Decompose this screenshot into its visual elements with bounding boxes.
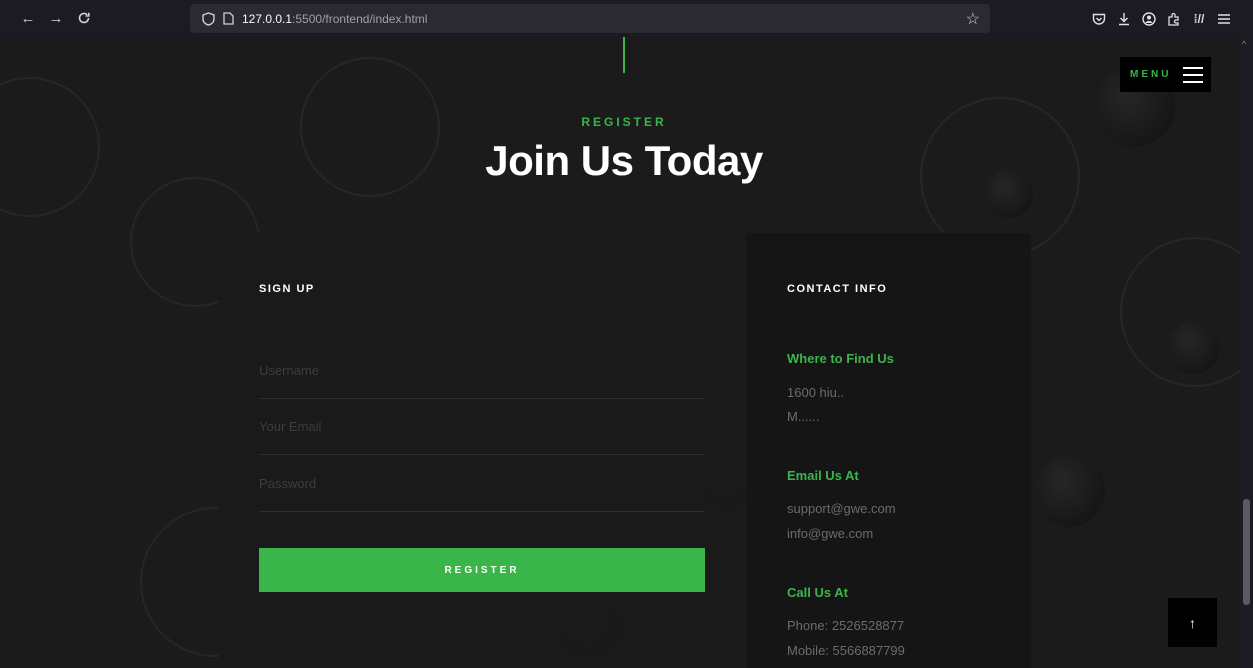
background-decoration [1168, 322, 1220, 374]
app-menu-icon[interactable] [1215, 10, 1233, 28]
back-icon[interactable]: ← [18, 8, 38, 28]
menu-button[interactable]: MENU [1120, 57, 1211, 92]
url-path: :5500/frontend/index.html [292, 11, 428, 26]
url-host: 127.0.0.1 [242, 11, 293, 26]
reload-icon[interactable] [74, 8, 94, 28]
email-field[interactable] [259, 399, 705, 455]
address-line-1: 1600 hiu.. [787, 385, 845, 400]
arrow-up-icon: ↑ [1189, 614, 1196, 631]
email-line-2[interactable]: info@gwe.com [787, 526, 873, 541]
mobile-line[interactable]: Mobile: 5566887799 [787, 643, 905, 658]
background-decoration [1035, 457, 1105, 527]
password-field[interactable] [259, 456, 705, 512]
account-icon[interactable] [1140, 10, 1158, 28]
address-bar[interactable]: 127.0.0.1:5500/frontend/index.html ☆ [190, 4, 990, 33]
scrollbar-thumb[interactable] [1243, 499, 1250, 605]
username-field[interactable] [259, 343, 705, 399]
hamburger-icon [1183, 66, 1204, 83]
email-us-title: Email Us At [787, 468, 859, 483]
pocket-icon[interactable] [1090, 10, 1108, 28]
email-input[interactable] [259, 399, 705, 454]
contact-sidebar: CONTACT INFO Where to Find Us 1600 hiu..… [747, 233, 1031, 668]
password-input[interactable] [259, 456, 705, 511]
download-icon[interactable] [1115, 10, 1133, 28]
shield-icon[interactable] [200, 11, 216, 27]
address-line-2: M...... [787, 409, 820, 424]
register-button[interactable]: REGISTER [259, 548, 705, 592]
bookmark-star-icon[interactable]: ☆ [966, 9, 980, 29]
email-line-1[interactable]: support@gwe.com [787, 501, 896, 516]
back-to-top-button[interactable]: ↑ [1168, 598, 1217, 647]
page-viewport: MENU REGISTER Join Us Today SIGN UP REGI… [0, 37, 1240, 668]
page-title: Join Us Today [485, 137, 763, 184]
scroll-up-icon[interactable]: ^ [1242, 39, 1246, 49]
find-us-title: Where to Find Us [787, 351, 894, 366]
call-us-title: Call Us At [787, 585, 848, 600]
section-divider-line [623, 37, 625, 73]
register-card: SIGN UP REGISTER CONTACT INFO Where to F… [219, 233, 1031, 668]
reader-icon[interactable]: ⁞// [1190, 10, 1208, 28]
signup-heading: SIGN UP [259, 283, 315, 295]
section-eyebrow: REGISTER [581, 115, 667, 129]
phone-line[interactable]: Phone: 2526528877 [787, 618, 904, 633]
url-text[interactable]: 127.0.0.1:5500/frontend/index.html [242, 12, 427, 26]
page-icon[interactable] [220, 11, 236, 27]
forward-icon[interactable]: → [46, 8, 66, 28]
menu-label: MENU [1130, 69, 1172, 80]
username-input[interactable] [259, 343, 705, 398]
extensions-icon[interactable] [1165, 10, 1183, 28]
browser-toolbar: ← → 127.0.0.1:5500/frontend/index.html ☆… [0, 0, 1253, 37]
contact-heading: CONTACT INFO [787, 283, 888, 295]
page-scrollbar[interactable]: ^ [1240, 37, 1253, 668]
